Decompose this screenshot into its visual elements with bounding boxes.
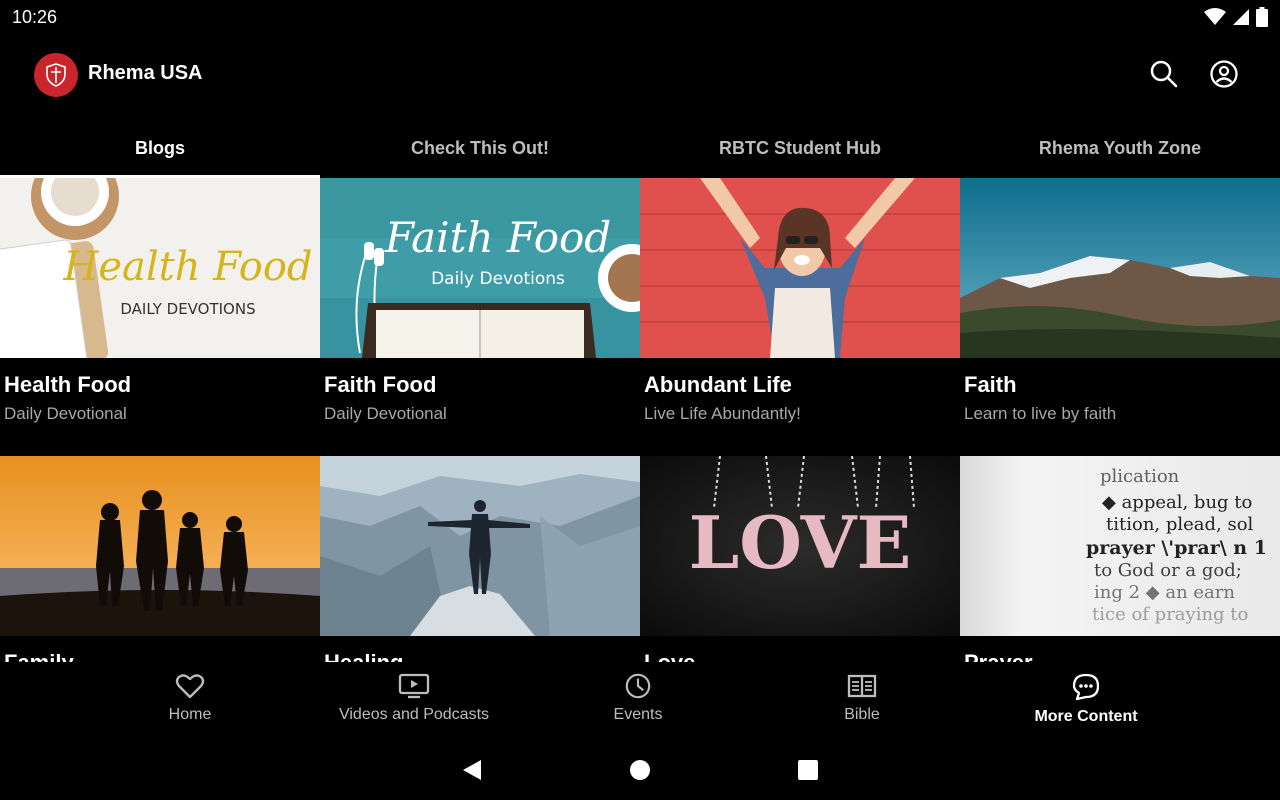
- search-icon: [1150, 60, 1178, 88]
- card-image: LOVE: [640, 456, 960, 636]
- system-recents-button[interactable]: [794, 756, 822, 784]
- search-button[interactable]: [1148, 58, 1180, 90]
- status-time: 10:26: [12, 6, 58, 27]
- battery-icon: [1256, 7, 1268, 27]
- clock-icon: [625, 673, 651, 699]
- card-title: Health Food: [4, 372, 132, 397]
- card-subtitle: Learn to live by faith: [964, 404, 1117, 423]
- faith-photo: [960, 178, 1280, 358]
- card-prayer[interactable]: plication ◆ appeal, bug to tition, plead…: [960, 456, 1280, 662]
- app-actions: [1148, 58, 1240, 90]
- card-title: Prayer: [964, 650, 1033, 662]
- abundant-life-photo: [640, 178, 960, 358]
- nav-home[interactable]: Home: [78, 662, 302, 740]
- account-circle-icon: [1210, 60, 1238, 88]
- card-title: Love: [644, 650, 695, 662]
- card-image: [640, 178, 960, 358]
- card-faith[interactable]: Faith Learn to live by faith: [960, 178, 1280, 423]
- status-bar: 10:26: [0, 0, 1280, 34]
- nav-label: Events: [613, 706, 663, 723]
- system-navigation: [0, 740, 1280, 800]
- card-title: Healing: [324, 650, 403, 662]
- health-food-artwork: Health Food DAILY DEVOTIONS: [0, 178, 320, 358]
- heart-icon: [175, 674, 205, 699]
- tab-blogs[interactable]: Blogs: [0, 118, 320, 178]
- card-image: plication ◆ appeal, bug to tition, plead…: [960, 456, 1280, 636]
- card-healing[interactable]: Healing: [320, 456, 640, 662]
- app-bar: Rhema USA: [0, 34, 1280, 118]
- card-subtitle: Daily Devotional: [4, 404, 127, 423]
- tab-rbtc-student-hub[interactable]: RBTC Student Hub: [640, 118, 960, 178]
- family-photo: [0, 456, 320, 636]
- back-triangle-icon: [463, 760, 481, 780]
- card-image: [0, 456, 320, 636]
- book-icon: [847, 674, 877, 698]
- nav-bible[interactable]: Bible: [750, 662, 974, 740]
- card-title: Family: [4, 650, 74, 662]
- svg-text:◆ appeal, bug to: ◆ appeal, bug to: [1102, 492, 1252, 513]
- tab-rhema-youth-zone[interactable]: Rhema Youth Zone: [960, 118, 1280, 178]
- shield-icon: [46, 63, 66, 87]
- chat-icon: [1072, 673, 1100, 701]
- svg-text:plication: plication: [1100, 466, 1180, 487]
- svg-text:DAILY DEVOTIONS: DAILY DEVOTIONS: [120, 300, 255, 318]
- svg-text:tition, plead, sol: tition, plead, sol: [1106, 514, 1254, 535]
- svg-text:Daily Devotions: Daily Devotions: [431, 269, 565, 289]
- faith-food-artwork: Faith Food Daily Devotions: [320, 178, 640, 358]
- home-circle-icon: [630, 760, 650, 780]
- card-title: Abundant Life: [644, 372, 792, 397]
- svg-text:ing 2 ◆ an earn: ing 2 ◆ an earn: [1094, 582, 1235, 603]
- tv-play-icon: [398, 673, 430, 699]
- svg-text:LOVE: LOVE: [689, 500, 912, 585]
- card-image: Health Food DAILY DEVOTIONS: [0, 178, 320, 358]
- card-image: [320, 456, 640, 636]
- nav-label: Videos and Podcasts: [338, 706, 490, 723]
- svg-text:to God or a god;: to God or a god;: [1094, 560, 1242, 581]
- nav-more-content[interactable]: More Content: [974, 662, 1198, 740]
- card-subtitle: Daily Devotional: [324, 404, 447, 423]
- prayer-photo: plication ◆ appeal, bug to tition, plead…: [960, 456, 1280, 636]
- card-title: Faith Food: [324, 372, 437, 397]
- card-faith-food[interactable]: Faith Food Daily Devotions Faith Food Da…: [320, 178, 640, 423]
- signal-icon: [1233, 9, 1249, 25]
- card-family[interactable]: Family: [0, 456, 320, 662]
- svg-text:tice of praying to: tice of praying to: [1092, 604, 1248, 625]
- wifi-icon: [1204, 8, 1226, 25]
- svg-text:Faith Food: Faith Food: [384, 213, 611, 262]
- nav-label: Home: [168, 706, 212, 723]
- status-icons: [1204, 7, 1268, 27]
- card-abundant-life[interactable]: Abundant Life Live Life Abundantly!: [640, 178, 960, 423]
- system-back-button[interactable]: [458, 756, 486, 784]
- tab-check-this-out[interactable]: Check This Out!: [320, 118, 640, 178]
- tab-bar: Blogs Check This Out! RBTC Student Hub R…: [0, 118, 1280, 178]
- healing-photo: [320, 456, 640, 636]
- content-grid: Health Food DAILY DEVOTIONS Health Food …: [0, 178, 1280, 662]
- card-health-food[interactable]: Health Food DAILY DEVOTIONS Health Food …: [0, 178, 320, 423]
- bottom-navigation: Home Videos and Podcasts Events Bible Mo…: [0, 662, 1280, 740]
- nav-events[interactable]: Events: [526, 662, 750, 740]
- app-logo[interactable]: [34, 53, 78, 97]
- nav-label: More Content: [1034, 708, 1138, 725]
- app-title: Rhema USA: [88, 62, 203, 84]
- account-button[interactable]: [1208, 58, 1240, 90]
- love-photo: LOVE: [640, 456, 960, 636]
- card-image: [960, 178, 1280, 358]
- recents-square-icon: [798, 760, 818, 780]
- card-subtitle: Live Life Abundantly!: [644, 404, 801, 423]
- svg-text:prayer \'prar\ n 1: prayer \'prar\ n 1: [1086, 537, 1267, 559]
- card-title: Faith: [964, 372, 1017, 397]
- svg-text:Health Food: Health Food: [62, 244, 312, 290]
- card-image: Faith Food Daily Devotions: [320, 178, 640, 358]
- card-love[interactable]: LOVE Love: [640, 456, 960, 662]
- system-home-button[interactable]: [626, 756, 654, 784]
- nav-label: Bible: [844, 706, 880, 723]
- nav-videos-and-podcasts[interactable]: Videos and Podcasts: [302, 662, 526, 740]
